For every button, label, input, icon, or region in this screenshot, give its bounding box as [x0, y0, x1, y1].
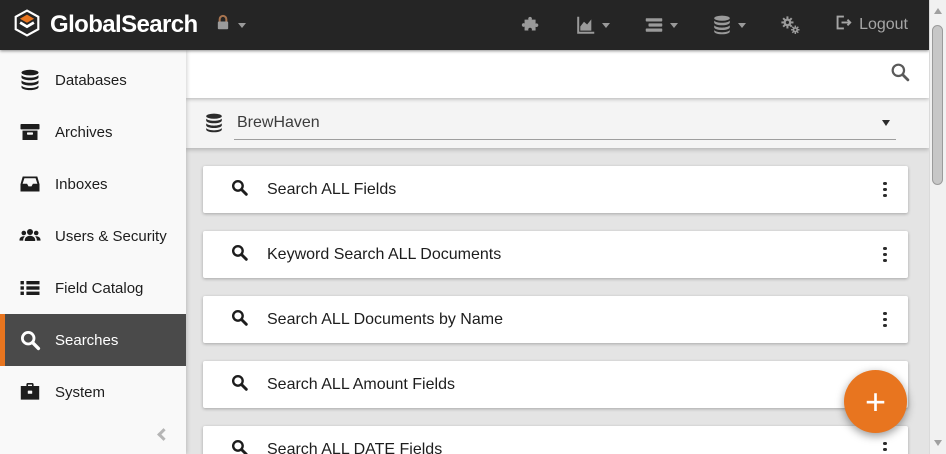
reports-dropdown[interactable]: [575, 14, 611, 36]
topbar-actions: Logout: [520, 13, 929, 37]
globalsearch-cube-icon: [13, 8, 41, 42]
chevron-down-icon: [602, 22, 611, 28]
app-title: GlobalSearch: [50, 11, 198, 38]
sidebar-item-label: Inboxes: [55, 175, 108, 193]
scrollbar-thumb[interactable]: [932, 25, 943, 185]
briefcase-icon: [18, 380, 42, 404]
caret-down-icon: [882, 119, 890, 126]
database-dropdown[interactable]: [711, 14, 747, 36]
database-selector-band: BrewHaven: [186, 98, 929, 148]
chart-icon: [575, 14, 597, 36]
database-icon: [203, 112, 225, 134]
sidebar-item-label: Databases: [55, 71, 127, 89]
database-icon: [711, 14, 733, 36]
kebab-menu-icon[interactable]: [872, 175, 898, 205]
search-icon: [18, 328, 42, 352]
chevron-left-icon: [157, 428, 170, 441]
search-card-label: Search ALL Fields: [267, 180, 397, 198]
logout-icon: [834, 13, 853, 37]
kebab-menu-icon[interactable]: [872, 240, 898, 270]
add-search-fab[interactable]: +: [844, 370, 907, 433]
sidebar-item-system[interactable]: System: [0, 366, 186, 418]
sidebar-item-field-catalog[interactable]: Field Catalog: [0, 262, 186, 314]
sidebar-item-inboxes[interactable]: Inboxes: [0, 158, 186, 210]
search-icon: [230, 308, 249, 332]
users-icon: [18, 224, 42, 248]
search-icon: [230, 178, 249, 202]
lock-icon: [213, 13, 233, 38]
sidebar-item-label: Searches: [55, 331, 119, 349]
app-window: GlobalSearch Logout Databases Archives I…: [0, 0, 946, 454]
vertical-scrollbar[interactable]: [929, 0, 946, 454]
database-select-value: BrewHaven: [237, 113, 320, 131]
sidebar-collapse-button[interactable]: [154, 426, 172, 444]
saved-searches-list: Search ALL Fields Keyword Search ALL Doc…: [186, 148, 929, 454]
globalsearch-logo[interactable]: GlobalSearch: [0, 8, 198, 42]
lock-dropdown[interactable]: [213, 13, 246, 38]
gears-icon: [779, 14, 801, 36]
search-card[interactable]: Search ALL Documents by Name: [203, 296, 908, 343]
settings-button[interactable]: [779, 14, 801, 36]
search-icon: [230, 373, 249, 397]
sidebar-item-searches[interactable]: Searches: [0, 314, 186, 366]
chevron-down-icon: [670, 22, 679, 28]
sidebar-item-label: Archives: [55, 123, 113, 141]
search-toolbar: [186, 50, 929, 98]
kebab-menu-icon[interactable]: [872, 305, 898, 335]
main-content: BrewHaven Search ALL Fields Keyword Sear…: [186, 50, 929, 454]
search-card-label: Search ALL Amount Fields: [267, 375, 455, 393]
field-catalog-icon: [18, 276, 42, 300]
sidebar-item-label: Users & Security: [55, 227, 167, 245]
database-select[interactable]: BrewHaven: [234, 107, 896, 140]
search-card[interactable]: Search ALL Fields: [203, 166, 908, 213]
list-icon: [643, 14, 665, 36]
chevron-down-icon: [237, 22, 246, 28]
search-card[interactable]: Search ALL Amount Fields: [203, 361, 908, 408]
search-card-label: Keyword Search ALL Documents: [267, 245, 502, 263]
database-icon: [18, 68, 42, 92]
plus-icon: +: [864, 380, 887, 422]
scroll-up-arrow[interactable]: [934, 8, 942, 14]
search-icon: [230, 243, 249, 267]
integrations-button[interactable]: [520, 14, 542, 36]
scroll-down-arrow[interactable]: [934, 440, 942, 446]
archive-icon: [18, 120, 42, 144]
top-navbar: GlobalSearch Logout: [0, 0, 929, 50]
search-icon: [230, 438, 249, 454]
sidebar-item-users-security[interactable]: Users & Security: [0, 210, 186, 262]
logout-button[interactable]: Logout: [834, 13, 908, 37]
search-card[interactable]: Keyword Search ALL Documents: [203, 231, 908, 278]
chevron-down-icon: [738, 22, 747, 28]
puzzle-icon: [520, 14, 542, 36]
sidebar-item-databases[interactable]: Databases: [0, 54, 186, 106]
logout-label: Logout: [859, 16, 908, 33]
inbox-icon: [18, 172, 42, 196]
search-icon[interactable]: [889, 61, 911, 88]
sidebar-item-label: System: [55, 383, 106, 401]
sidebar-item-archives[interactable]: Archives: [0, 106, 186, 158]
kebab-menu-icon[interactable]: [872, 435, 898, 454]
search-card[interactable]: Search ALL DATE Fields: [203, 426, 908, 454]
search-card-label: Search ALL DATE Fields: [267, 440, 443, 454]
sidebar: Databases Archives Inboxes Users & Secur…: [0, 50, 186, 454]
search-card-label: Search ALL Documents by Name: [267, 310, 503, 328]
lists-dropdown[interactable]: [643, 14, 679, 36]
sidebar-item-label: Field Catalog: [55, 279, 144, 297]
